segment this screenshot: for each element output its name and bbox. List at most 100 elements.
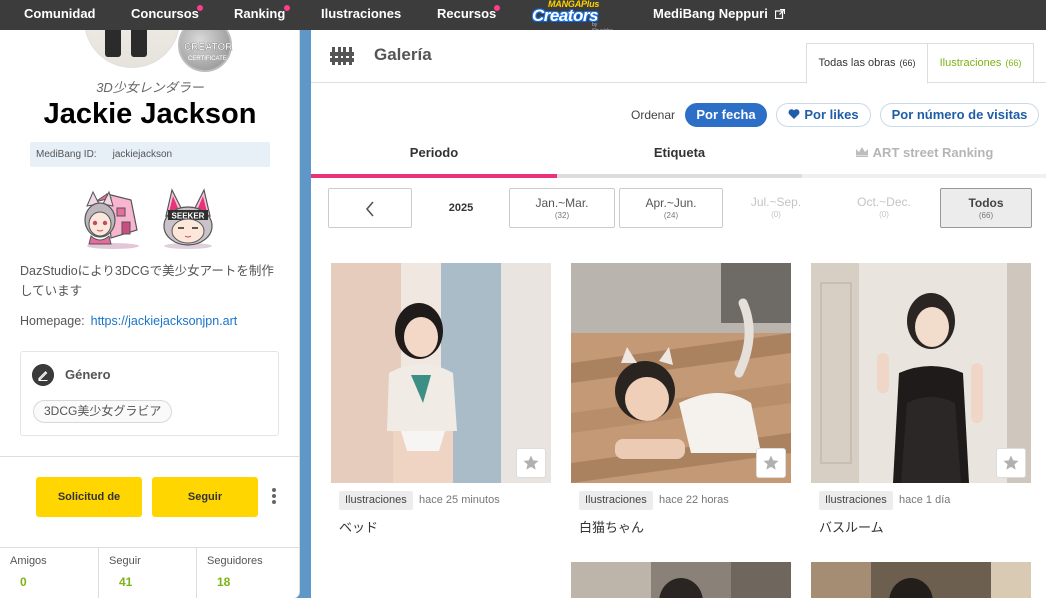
order-label: Ordenar xyxy=(631,108,676,122)
artwork-thumbnail[interactable] xyxy=(571,263,791,483)
quarter-count: (0) xyxy=(771,210,781,219)
top-navigation-bar: Comunidad Concursos Ranking Ilustracione… xyxy=(0,0,1046,34)
tab-art-street-ranking[interactable]: ART street Ranking xyxy=(802,144,1046,178)
profile-bio: DazStudioにより3DCGで美少女アートを制作しています xyxy=(20,264,274,298)
badge-sub: CERTIFICATE xyxy=(188,56,227,62)
sort-by-likes-label: Por likes xyxy=(804,107,859,122)
genre-tag[interactable]: 3DCG美少女グラビア xyxy=(33,400,173,423)
star-icon xyxy=(523,455,539,470)
artwork-image xyxy=(571,562,791,598)
nav-ranking[interactable]: Ranking xyxy=(234,0,285,30)
gallery-header: Galería Todas las obras (66) Ilustracione… xyxy=(311,30,1046,84)
nav-concursos[interactable]: Concursos xyxy=(131,0,199,30)
pencil-icon xyxy=(32,364,54,386)
stat-followers[interactable]: Seguidores 18 xyxy=(197,548,299,598)
artwork-card[interactable]: Ilustraciones hace 25 minutos ベッド xyxy=(331,263,551,535)
sort-by-likes-button[interactable]: Por likes xyxy=(776,103,871,127)
artwork-thumbnail[interactable] xyxy=(811,263,1031,483)
tab-label: Etiqueta xyxy=(653,145,706,160)
quarter-count: (66) xyxy=(978,211,994,220)
friend-request-button[interactable]: Solicitud de xyxy=(36,477,142,517)
tab-label: ART street Ranking xyxy=(872,145,994,160)
more-options-icon[interactable] xyxy=(270,488,278,506)
notification-dot xyxy=(284,5,290,11)
quarter-label: Todos xyxy=(968,196,1004,210)
sort-by-date-button[interactable]: Por fecha xyxy=(685,103,767,127)
quarter-count: (24) xyxy=(663,211,679,220)
tab-all-works[interactable]: Todas las obras (66) xyxy=(806,43,928,84)
stat-value: 0 xyxy=(20,575,27,589)
tab-illustrations[interactable]: Ilustraciones (66) xyxy=(928,43,1034,83)
previous-year-button[interactable] xyxy=(328,188,412,228)
nav-ilustraciones[interactable]: Ilustraciones xyxy=(321,0,401,30)
stat-label: Amigos xyxy=(10,555,47,567)
nav-medibang-neppuri-label: MediBang Neppuri xyxy=(653,6,768,21)
stat-value: 18 xyxy=(217,575,231,589)
quarter-label: Jul.~Sep. xyxy=(750,195,802,209)
tab-count: (66) xyxy=(1005,58,1022,68)
artwork-thumbnail[interactable] xyxy=(571,562,791,598)
artwork-title[interactable]: 白猫ちゃん xyxy=(579,517,644,536)
heart-icon xyxy=(788,109,800,119)
artwork-image xyxy=(811,562,1031,598)
creator-certificate-badge: CREATOR CERTIFICATE xyxy=(178,30,233,72)
profile-name: Jackie Jackson xyxy=(43,98,257,130)
quarter-count: (32) xyxy=(554,211,570,220)
notification-dot xyxy=(494,5,500,11)
favorite-button[interactable] xyxy=(756,448,786,478)
profile-panel: CREATOR CERTIFICATE 3D少女レンダラー Jackie Jac… xyxy=(0,30,300,598)
artwork-card[interactable]: Ilustraciones hace 1 día バスルーム xyxy=(811,263,1031,535)
artwork-title[interactable]: ベッド xyxy=(339,517,378,536)
sort-by-views-button[interactable]: Por número de visitas xyxy=(880,103,1039,127)
nav-recursos[interactable]: Recursos xyxy=(437,0,496,30)
stat-friends[interactable]: Amigos 0 xyxy=(0,548,98,598)
quarter-apr-jun-button[interactable]: Apr.~Jun. (24) xyxy=(619,188,723,228)
crown-icon xyxy=(855,147,868,157)
quarter-jul-sep-button: Jul.~Sep. (0) xyxy=(723,188,829,228)
star-icon xyxy=(1003,455,1019,470)
avatar: CREATOR CERTIFICATE xyxy=(84,30,234,72)
favorite-button[interactable] xyxy=(996,448,1026,478)
mascot-house-badge-icon xyxy=(84,190,139,249)
post-time: hace 1 día xyxy=(899,494,951,506)
external-link-icon xyxy=(775,9,786,19)
chevron-left-icon xyxy=(365,201,374,217)
gallery-title: Galería xyxy=(374,45,432,64)
quarter-todos-button[interactable]: Todos (66) xyxy=(940,188,1032,228)
quarter-jan-mar-button[interactable]: Jan.~Mar. (32) xyxy=(509,188,615,228)
artwork-thumbnail[interactable] xyxy=(331,263,551,483)
medibang-id: MediBang ID: jackiejackson xyxy=(30,142,270,167)
gallery-icon xyxy=(330,47,354,65)
badge-text: CREATOR xyxy=(184,42,233,53)
star-icon xyxy=(763,455,779,470)
genre-title: Género xyxy=(65,367,111,382)
category-chip[interactable]: Ilustraciones xyxy=(579,491,653,510)
avatar-photo xyxy=(84,30,180,68)
notification-dot xyxy=(197,5,203,11)
tab-periodo[interactable]: Periodo xyxy=(311,144,557,178)
nav-medibang-neppuri[interactable]: MediBang Neppuri xyxy=(653,0,786,30)
manga-plus-creators-logo[interactable]: MANGAPlus Creators by Shueisha xyxy=(530,0,614,34)
artwork-thumbnail[interactable] xyxy=(811,562,1031,598)
artwork-title[interactable]: バスルーム xyxy=(819,517,884,536)
logo-line2: Creators xyxy=(532,6,598,25)
homepage-link[interactable]: https://jackiejacksonjpn.art xyxy=(91,314,238,328)
category-chip[interactable]: Ilustraciones xyxy=(819,491,893,510)
nav-comunidad[interactable]: Comunidad xyxy=(24,0,96,30)
stat-label: Seguir xyxy=(109,555,141,567)
year-label: 2025 xyxy=(448,202,474,214)
favorite-button[interactable] xyxy=(516,448,546,478)
quarter-label: Oct.~Dec. xyxy=(857,195,911,209)
tab-indicator xyxy=(557,174,802,178)
quarter-label: Apr.~Jun. xyxy=(645,196,697,210)
tab-count: (66) xyxy=(899,58,916,68)
medibang-id-value: jackiejackson xyxy=(112,149,173,160)
tab-active-indicator xyxy=(311,174,557,178)
follow-button[interactable]: Seguir xyxy=(152,477,258,517)
stat-following[interactable]: Seguir 41 xyxy=(99,548,196,598)
tab-etiqueta[interactable]: Etiqueta xyxy=(557,144,802,178)
artwork-card[interactable]: Ilustraciones hace 22 horas 白猫ちゃん xyxy=(571,263,791,535)
quarter-oct-dec-button: Oct.~Dec. (0) xyxy=(829,188,939,228)
medibang-id-label: MediBang ID: xyxy=(36,149,97,160)
category-chip[interactable]: Ilustraciones xyxy=(339,491,413,510)
